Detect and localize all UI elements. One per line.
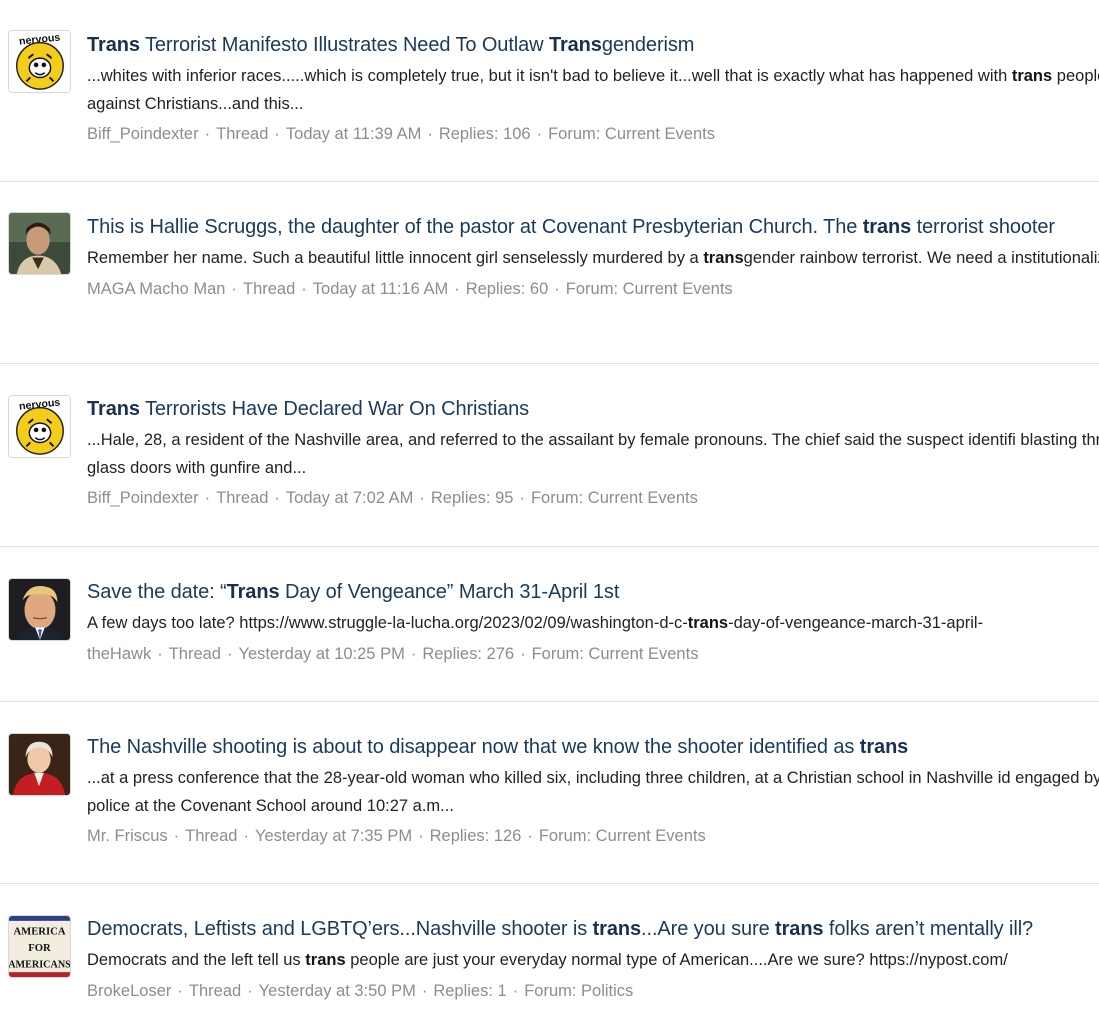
search-result: This is Hallie Scruggs, the daughter of …	[0, 182, 1099, 364]
america-for-americans-avatar-icon[interactable]: AMERICA FOR AMERICANS	[8, 915, 71, 978]
post-date: Today at 11:16 AM	[312, 279, 449, 298]
search-term-highlight: trans	[859, 736, 909, 758]
result-meta: MAGA Macho Man · Thread · Today at 11:16 AM ·…	[87, 279, 733, 298]
search-term-highlight: trans	[687, 614, 729, 632]
result-snippet: ...at a press conference that the 28-yea…	[87, 769, 1099, 815]
search-result: The Nashville shooting is about to disap…	[0, 702, 1099, 884]
forum-link[interactable]: Forum: Current Events	[548, 125, 715, 143]
search-term-highlight: trans	[305, 951, 346, 969]
result-title-link[interactable]: Save the date: “Trans Day of Vengeance” …	[87, 579, 1099, 605]
result-snippet: Remember her name. Such a beautiful litt…	[87, 249, 1099, 267]
author-link[interactable]: Mr. Friscus	[87, 827, 168, 845]
result-snippet: Democrats and the left tell us trans peo…	[87, 951, 1008, 969]
svg-text:AMERICA: AMERICA	[13, 926, 65, 937]
svg-text:FOR: FOR	[28, 943, 51, 954]
search-term-highlight: trans	[775, 918, 824, 940]
result-snippet: ...Hale, 28, a resident of the Nashville…	[87, 431, 1099, 477]
nervous-cartoon-avatar-icon[interactable]: nervous	[8, 395, 71, 458]
result-snippet: A few days too late? https://www.struggl…	[87, 614, 984, 632]
search-term-highlight: Trans	[548, 34, 602, 56]
nervous-cartoon-avatar-icon[interactable]: nervous	[8, 30, 71, 93]
search-term-highlight: trans	[1011, 67, 1053, 85]
post-date: Yesterday at 10:25 PM	[238, 644, 405, 663]
post-date: Yesterday at 3:50 PM	[258, 981, 416, 1000]
result-title-link[interactable]: The Nashville shooting is about to disap…	[87, 734, 1099, 760]
result-snippet: ...whites with inferior races.....which …	[87, 67, 1099, 113]
mozart-portrait-avatar-icon[interactable]	[8, 733, 71, 796]
result-title-link[interactable]: Democrats, Leftists and LGBTQ’ers...Nash…	[87, 916, 1099, 942]
content-type: Thread	[185, 827, 238, 845]
result-meta: Biff_Poindexter · Thread · Today at 7:02 AM ·…	[87, 489, 698, 507]
forum-link[interactable]: Forum: Current Events	[531, 489, 698, 507]
search-term-highlight: Trans	[226, 581, 280, 603]
reply-count: Replies: 60	[465, 279, 549, 298]
blond-man-portrait-avatar-icon[interactable]	[8, 578, 71, 641]
search-result: nervous Trans Terrorists Have Declared W…	[0, 364, 1099, 547]
result-title-link[interactable]: Trans Terrorist Manifesto Illustrates Ne…	[87, 32, 1099, 58]
post-date: Today at 7:02 AM	[285, 489, 414, 507]
svg-text:AMERICANS: AMERICANS	[9, 959, 70, 970]
forum-link[interactable]: Forum: Politics	[524, 982, 633, 1000]
forum-link[interactable]: Forum: Current Events	[566, 280, 733, 298]
author-link[interactable]: theHawk	[87, 645, 151, 663]
search-results-list: nervous Trans Terrorist Manifesto Illust…	[0, 0, 1099, 1019]
result-meta: BrokeLoser · Thread · Yesterday at 3:50 PM · R…	[87, 981, 634, 1000]
post-date: Today at 11:39 AM	[285, 125, 422, 143]
result-title-link[interactable]: This is Hallie Scruggs, the daughter of …	[87, 214, 1099, 240]
man-portrait-avatar-icon[interactable]	[8, 212, 71, 275]
search-result: Save the date: “Trans Day of Vengeance” …	[0, 547, 1099, 702]
search-term-highlight: Trans	[87, 34, 140, 56]
search-term-highlight: trans	[703, 249, 744, 267]
author-link[interactable]: Biff_Poindexter	[87, 489, 199, 507]
search-term-highlight: Trans	[87, 398, 140, 420]
result-meta: theHawk · Thread · Yesterday at 10:25 PM · Rep…	[87, 644, 699, 663]
search-term-highlight: trans	[862, 216, 912, 238]
content-type: Thread	[188, 981, 242, 1000]
content-type: Thread	[216, 125, 269, 143]
reply-count: Replies: 276	[422, 644, 515, 663]
post-date: Yesterday at 7:35 PM	[254, 827, 413, 845]
forum-link[interactable]: Forum: Current Events	[532, 645, 699, 663]
content-type: Thread	[216, 489, 269, 507]
reply-count: Replies: 106	[438, 125, 531, 143]
author-link[interactable]: BrokeLoser	[87, 982, 171, 1000]
author-link[interactable]: Biff_Poindexter	[87, 125, 199, 143]
search-result: AMERICA FOR AMERICANS Democrats, Leftist…	[0, 884, 1099, 1019]
result-meta: Biff_Poindexter · Thread · Today at 11:39 AM…	[87, 125, 715, 143]
result-title-link[interactable]: Trans Terrorists Have Declared War On Ch…	[87, 396, 1099, 422]
forum-link[interactable]: Forum: Current Events	[539, 827, 706, 845]
reply-count: Replies: 95	[430, 489, 514, 507]
content-type: Thread	[168, 644, 221, 663]
reply-count: Replies: 126	[429, 827, 522, 845]
content-type: Thread	[242, 279, 296, 298]
search-result: nervous Trans Terrorist Manifesto Illust…	[0, 0, 1099, 182]
search-term-highlight: trans	[592, 918, 642, 940]
reply-count: Replies: 1	[433, 981, 507, 1000]
author-link[interactable]: MAGA Macho Man	[87, 280, 225, 298]
result-meta: Mr. Friscus · Thread · Yesterday at 7:35 PM ·…	[87, 827, 706, 845]
